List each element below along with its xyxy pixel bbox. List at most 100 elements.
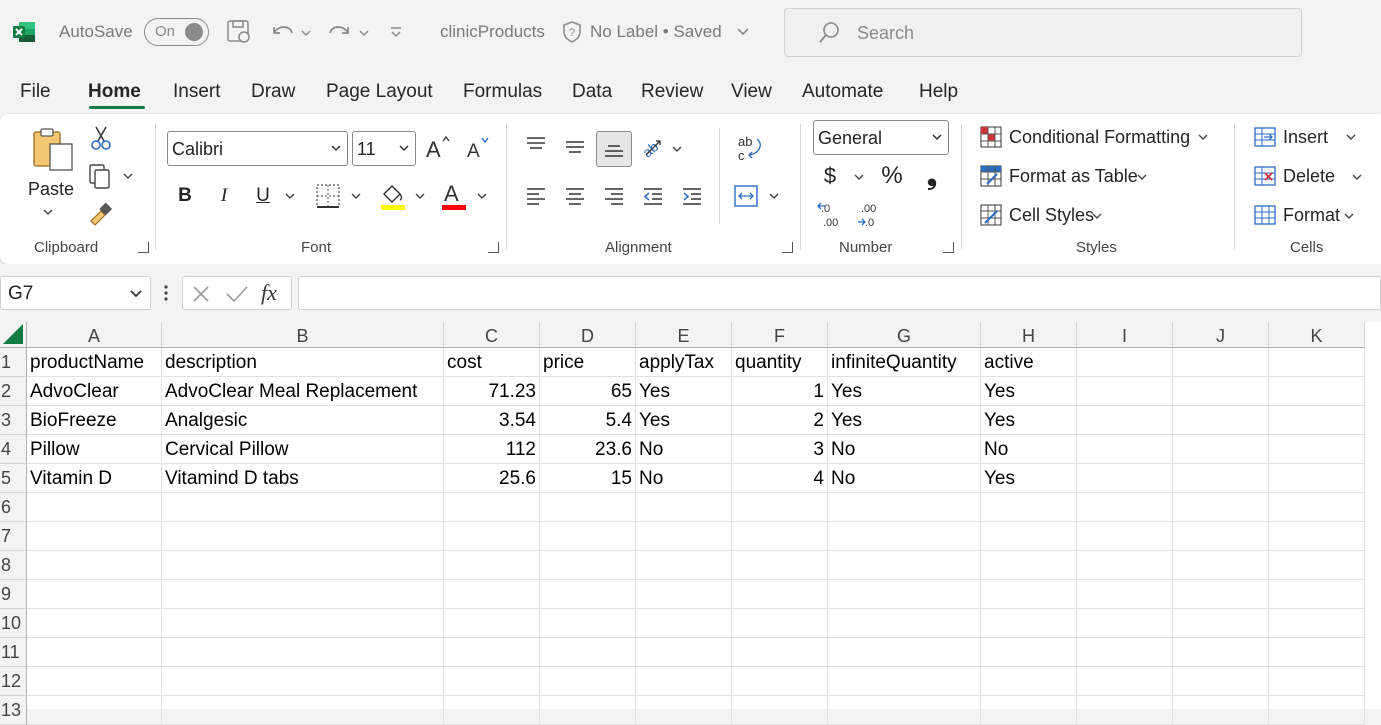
increase-decimal-icon[interactable]: .0.00	[815, 200, 847, 230]
cell-c3[interactable]: 3.54	[444, 406, 540, 435]
cell-g3[interactable]: Yes	[828, 406, 981, 435]
tab-page-layout[interactable]: Page Layout	[326, 81, 433, 103]
wrap-text-icon[interactable]: ab c	[734, 132, 764, 164]
cell-d12[interactable]	[540, 667, 636, 696]
copy-icon[interactable]	[86, 162, 134, 190]
fill-color-icon[interactable]	[378, 180, 430, 212]
paste-chevron-icon[interactable]	[40, 206, 56, 218]
row-header-6[interactable]: 6	[0, 493, 27, 522]
cell-c13[interactable]	[444, 696, 540, 725]
insert-cells-icon[interactable]	[1252, 124, 1278, 150]
chevron-down-icon[interactable]	[1344, 130, 1358, 144]
cell-b5[interactable]: Vitamind D tabs	[162, 464, 444, 493]
cell-g12[interactable]	[828, 667, 981, 696]
increase-indent-icon[interactable]	[678, 182, 706, 210]
cell-a10[interactable]	[27, 609, 162, 638]
column-header-e[interactable]: E	[636, 322, 732, 348]
cell-a9[interactable]	[27, 580, 162, 609]
tab-formulas[interactable]: Formulas	[463, 81, 542, 103]
cell-i6[interactable]	[1077, 493, 1173, 522]
cell-k9[interactable]	[1269, 580, 1365, 609]
cell-e4[interactable]: No	[636, 435, 732, 464]
column-header-c[interactable]: C	[444, 322, 540, 348]
cell-j7[interactable]	[1173, 522, 1269, 551]
cell-f7[interactable]	[732, 522, 828, 551]
cell-f12[interactable]	[732, 667, 828, 696]
clipboard-launcher-icon[interactable]	[138, 242, 149, 253]
cell-b6[interactable]	[162, 493, 444, 522]
cell-k4[interactable]	[1269, 435, 1365, 464]
cell-e11[interactable]	[636, 638, 732, 667]
cell-d6[interactable]	[540, 493, 636, 522]
cell-j1[interactable]	[1173, 348, 1269, 377]
cell-i8[interactable]	[1077, 551, 1173, 580]
cell-a3[interactable]: BioFreeze	[27, 406, 162, 435]
chevron-down-icon[interactable]	[1342, 209, 1356, 223]
cell-k5[interactable]	[1269, 464, 1365, 493]
cell-d1[interactable]: price	[540, 348, 636, 377]
alignment-launcher-icon[interactable]	[782, 242, 793, 253]
cell-f11[interactable]	[732, 638, 828, 667]
cell-i12[interactable]	[1077, 667, 1173, 696]
cell-c4[interactable]: 112	[444, 435, 540, 464]
cell-b9[interactable]	[162, 580, 444, 609]
cell-b2[interactable]: AdvoClear Meal Replacement	[162, 377, 444, 406]
cell-j13[interactable]	[1173, 696, 1269, 725]
customize-toolbar-icon[interactable]	[388, 17, 404, 47]
cell-i4[interactable]	[1077, 435, 1173, 464]
cell-h1[interactable]: active	[981, 348, 1077, 377]
cell-f8[interactable]	[732, 551, 828, 580]
row-header-1[interactable]: 1	[0, 348, 27, 377]
cell-k3[interactable]	[1269, 406, 1365, 435]
cell-b12[interactable]	[162, 667, 444, 696]
search-box[interactable]: Search	[784, 8, 1302, 57]
cell-b13[interactable]	[162, 696, 444, 725]
cell-b7[interactable]	[162, 522, 444, 551]
column-header-b[interactable]: B	[162, 322, 444, 348]
chevron-down-icon[interactable]	[1350, 170, 1364, 184]
cancel-icon[interactable]	[191, 284, 211, 304]
undo-icon[interactable]	[268, 17, 312, 47]
more-options-icon[interactable]	[160, 282, 172, 304]
cell-k10[interactable]	[1269, 609, 1365, 638]
cell-j6[interactable]	[1173, 493, 1269, 522]
enter-check-icon[interactable]	[225, 284, 249, 304]
cell-e2[interactable]: Yes	[636, 377, 732, 406]
name-box[interactable]: G7	[0, 276, 151, 310]
cell-c12[interactable]	[444, 667, 540, 696]
cell-j10[interactable]	[1173, 609, 1269, 638]
format-painter-icon[interactable]	[86, 200, 114, 228]
row-header-11[interactable]: 11	[0, 638, 27, 667]
tab-draw[interactable]: Draw	[251, 81, 295, 103]
middle-align-icon[interactable]	[561, 132, 589, 162]
chevron-down-icon[interactable]	[736, 17, 750, 47]
orientation-icon[interactable]: ab	[640, 132, 686, 164]
autosave-toggle[interactable]: On	[144, 18, 209, 46]
top-align-icon[interactable]	[522, 130, 550, 160]
cell-e6[interactable]	[636, 493, 732, 522]
tab-review[interactable]: Review	[641, 81, 703, 103]
cell-d10[interactable]	[540, 609, 636, 638]
cell-c2[interactable]: 71.23	[444, 377, 540, 406]
row-header-8[interactable]: 8	[0, 551, 27, 580]
cell-d7[interactable]	[540, 522, 636, 551]
cell-i11[interactable]	[1077, 638, 1173, 667]
row-header-7[interactable]: 7	[0, 522, 27, 551]
cell-j9[interactable]	[1173, 580, 1269, 609]
cell-c8[interactable]	[444, 551, 540, 580]
cell-a4[interactable]: Pillow	[27, 435, 162, 464]
cell-h12[interactable]	[981, 667, 1077, 696]
cell-g9[interactable]	[828, 580, 981, 609]
cell-b3[interactable]: Analgesic	[162, 406, 444, 435]
column-header-f[interactable]: F	[732, 322, 828, 348]
cell-c11[interactable]	[444, 638, 540, 667]
font-color-icon[interactable]: A	[440, 180, 492, 212]
save-icon[interactable]	[226, 17, 252, 47]
cell-k13[interactable]	[1269, 696, 1365, 725]
align-left-icon[interactable]	[522, 182, 550, 210]
cell-f10[interactable]	[732, 609, 828, 638]
cell-k8[interactable]	[1269, 551, 1365, 580]
align-right-icon[interactable]	[600, 182, 628, 210]
cell-j3[interactable]	[1173, 406, 1269, 435]
cell-j2[interactable]	[1173, 377, 1269, 406]
